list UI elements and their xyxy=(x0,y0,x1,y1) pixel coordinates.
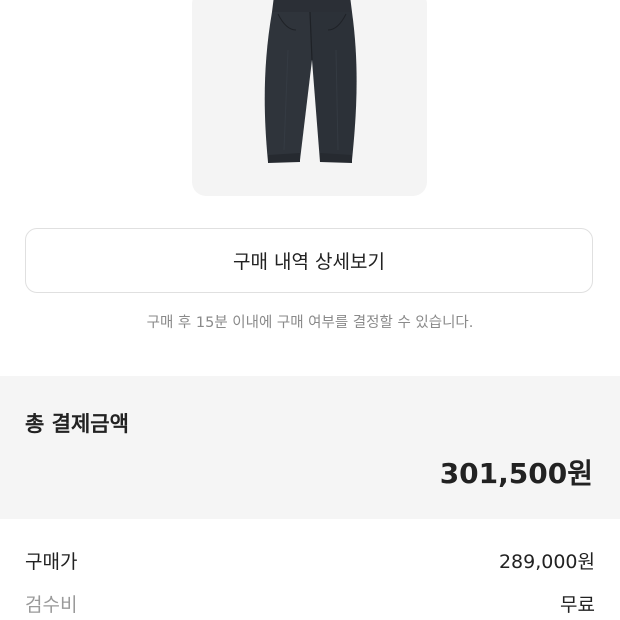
total-payment-section: 총 결제금액 301,500원 xyxy=(0,376,620,519)
purchase-detail-button-label: 구매 내역 상세보기 xyxy=(233,251,385,273)
inspection-fee-label: 검수비 xyxy=(25,594,78,616)
purchase-price-row: 구매가 289,000원 xyxy=(25,547,595,574)
purchase-detail-button[interactable]: 구매 내역 상세보기 xyxy=(25,228,593,293)
purchase-decision-notice: 구매 후 15분 이내에 구매 여부를 결정할 수 있습니다. xyxy=(146,315,474,331)
total-payment-amount: 301,500원 xyxy=(439,457,593,490)
product-image-card[interactable] xyxy=(192,0,427,196)
pants-icon xyxy=(264,0,357,163)
inspection-fee-row: 검수비 무료 xyxy=(25,590,595,617)
inspection-fee-value: 무료 xyxy=(560,594,595,616)
purchase-price-value: 289,000원 xyxy=(498,551,595,573)
total-payment-label: 총 결제금액 xyxy=(25,412,129,436)
purchase-price-label: 구매가 xyxy=(25,551,78,573)
